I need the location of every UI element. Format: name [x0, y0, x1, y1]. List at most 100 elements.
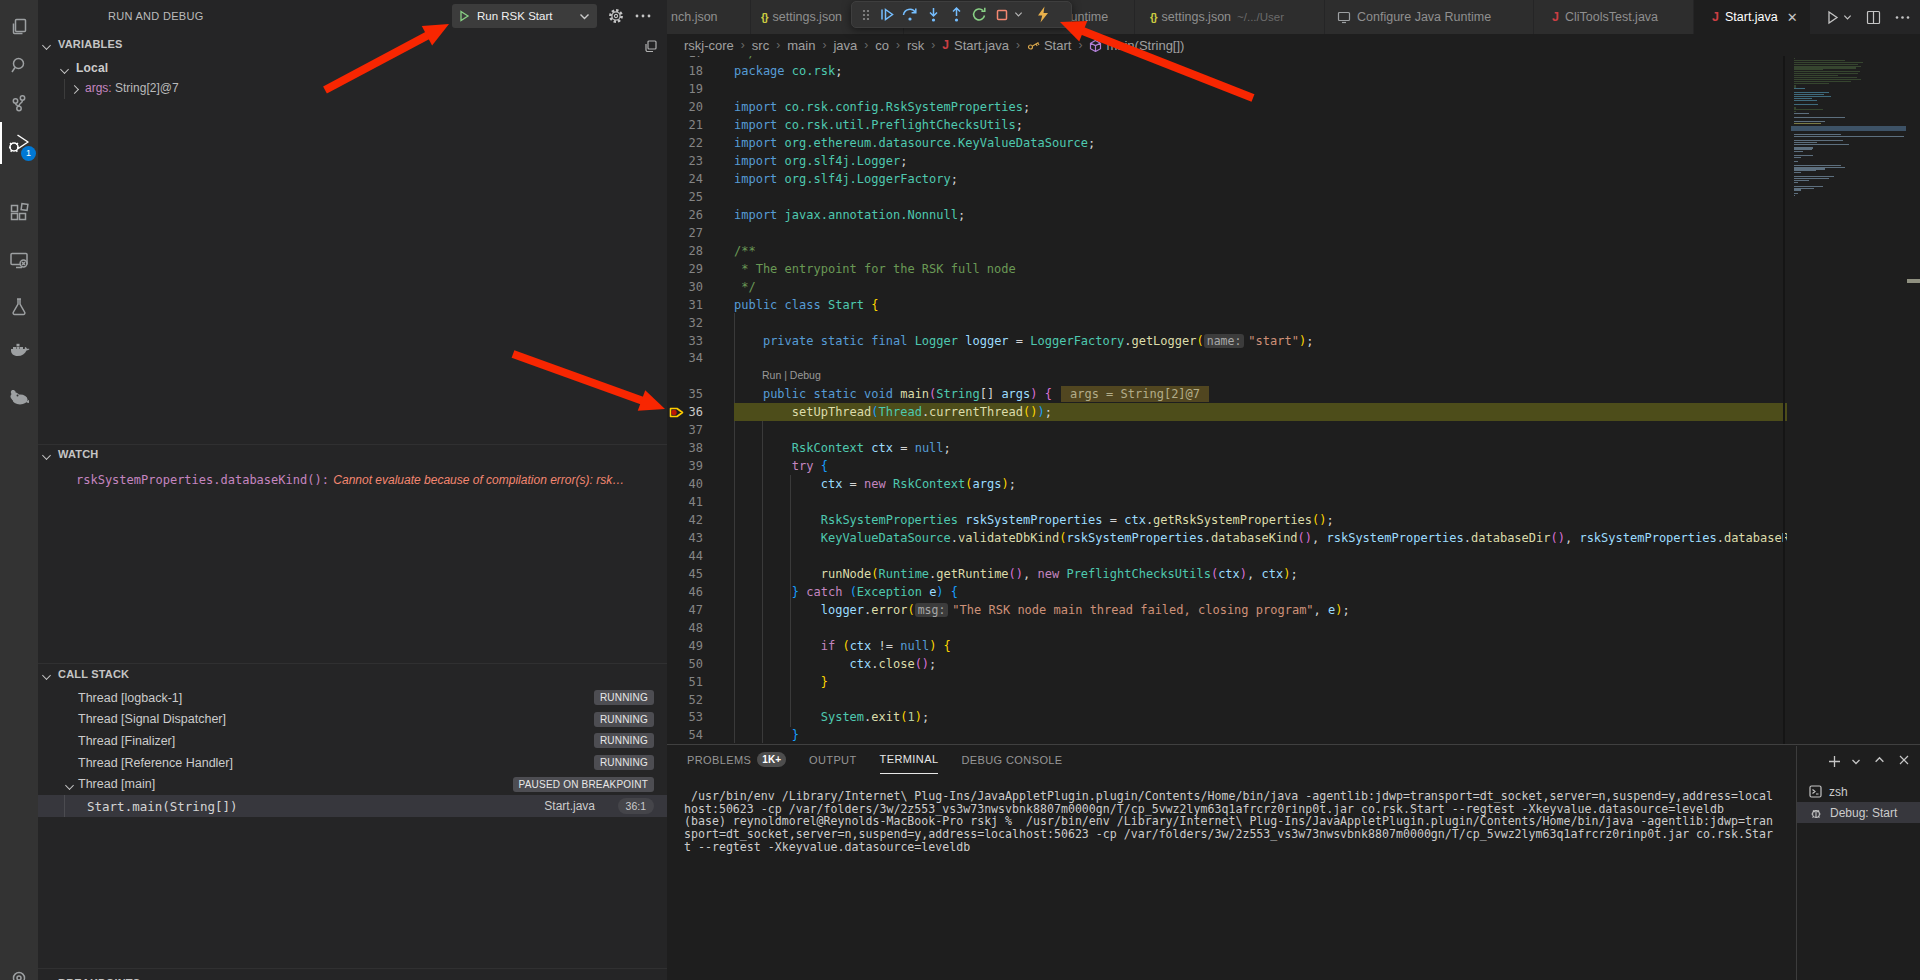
panel-tab-label: PROBLEMS: [687, 754, 751, 766]
tab-configure-java-runtime[interactable]: Configure Java Runtime: [1325, 0, 1534, 34]
breakpoint-current-line-icon[interactable]: [668, 404, 685, 421]
line-number: 22: [667, 134, 703, 152]
line-number: 37: [667, 421, 703, 439]
code-line-25: 25: [667, 188, 1787, 206]
settings-gear-icon[interactable]: [7, 966, 31, 980]
panel-tab-output[interactable]: OUTPUT: [809, 752, 857, 774]
run-file-button[interactable]: [1825, 10, 1852, 25]
breadcrumb-item[interactable]: main(String[]): [1106, 38, 1184, 53]
minimap[interactable]: [1791, 34, 1920, 744]
stop-chevron-icon[interactable]: [1014, 10, 1023, 19]
tab-nch.json[interactable]: nch.json: [667, 0, 751, 34]
callstack-thread-row[interactable]: Thread [Signal Dispatcher]RUNNING: [38, 708, 667, 730]
panel-tab-problems[interactable]: PROBLEMS1K+: [687, 752, 786, 774]
tree-indent-guide: [64, 795, 65, 817]
callstack-frame-row[interactable]: Start.main(String[])Start.java36:1: [38, 795, 667, 817]
panel-tab-debug-console[interactable]: DEBUG CONSOLE: [961, 752, 1062, 774]
breadcrumb-item[interactable]: co: [875, 38, 889, 53]
debug-restart-icon[interactable]: [971, 6, 988, 23]
run-config-dropdown[interactable]: Run RSK Start: [452, 4, 597, 28]
line-number: 32: [667, 314, 703, 332]
testing-icon[interactable]: [7, 295, 31, 319]
breadcrumb-item[interactable]: src: [752, 38, 769, 53]
variables-scope-local[interactable]: Local: [56, 58, 685, 76]
gradle-icon[interactable]: [7, 385, 31, 409]
watch-expression-row[interactable]: rskSystemProperties.databaseKind(): Cann…: [76, 470, 655, 488]
close-tab-icon[interactable]: ✕: [1787, 10, 1798, 25]
callstack-thread-row[interactable]: Thread [Finalizer]RUNNING: [38, 730, 667, 752]
callstack-section-header[interactable]: CALL STACK: [38, 666, 667, 684]
code-line-41: 41: [667, 493, 1787, 511]
java-icon: J: [942, 38, 949, 52]
debug-stop-icon[interactable]: [994, 7, 1010, 23]
terminal-list-item-zsh[interactable]: zsh: [1797, 781, 1920, 802]
watch-section-header[interactable]: WATCH: [38, 446, 667, 464]
variables-section-header[interactable]: VARIABLES: [38, 36, 667, 54]
bottom-panel: PROBLEMS1K+ OUTPUT TERMINAL DEBUG CONSOLE /…: [667, 744, 1920, 980]
code-line-52: 52: [667, 691, 1787, 709]
panel-tab-terminal[interactable]: TERMINAL: [880, 752, 939, 774]
tab-settings.json[interactable]: {}settings.json~/.../User: [1135, 0, 1325, 34]
breadcrumb-item[interactable]: java: [833, 38, 857, 53]
sidebar-more-actions-icon[interactable]: [635, 13, 651, 19]
debug-step-into-icon[interactable]: [925, 6, 942, 23]
new-terminal-icon[interactable]: [1827, 754, 1842, 769]
terminal-output[interactable]: /usr/bin/env /Library/Internet\ Plug-Ins…: [684, 790, 1796, 854]
breakpoints-section-header[interactable]: BREAKPOINTS: [38, 975, 667, 980]
panel-tabs: PROBLEMS1K+ OUTPUT TERMINAL DEBUG CONSOLE: [687, 752, 1063, 774]
breadcrumb-item[interactable]: main: [787, 38, 815, 53]
breadcrumb-separator: ›: [896, 38, 900, 52]
run-config-chevron-icon[interactable]: [579, 11, 590, 22]
breadcrumb-item[interactable]: rsk: [907, 38, 924, 53]
line-number: 52: [667, 691, 703, 709]
line-number: 24: [667, 170, 703, 188]
args-expand-icon[interactable]: [71, 85, 79, 93]
breadcrumb-item[interactable]: Start: [1044, 38, 1071, 53]
panel-tab-label: DEBUG CONSOLE: [961, 754, 1062, 766]
variables-header-label: VARIABLES: [58, 38, 123, 50]
callstack-header-label: CALL STACK: [58, 668, 129, 680]
line-number: 47: [667, 601, 703, 619]
docker-icon[interactable]: [7, 338, 31, 362]
watch-twisty-icon: [43, 451, 51, 459]
run-play-icon[interactable]: [458, 10, 470, 22]
debug-step-out-icon[interactable]: [948, 6, 965, 23]
line-number: 29: [667, 260, 703, 278]
search-icon[interactable]: [7, 53, 31, 77]
editor-more-actions-icon[interactable]: [1895, 15, 1910, 20]
codelens-run-debug[interactable]: Run | Debug: [762, 367, 821, 383]
callstack-thread-row[interactable]: Thread [Reference Handler]RUNNING: [38, 752, 667, 774]
line-number: 38: [667, 439, 703, 457]
breadcrumb-separator: ›: [1078, 38, 1082, 52]
maximize-panel-icon[interactable]: [1874, 754, 1885, 769]
terminal-list-item-debug-start[interactable]: Debug: Start: [1797, 802, 1920, 823]
hot-code-replace-icon[interactable]: [1036, 6, 1050, 23]
close-panel-icon[interactable]: [1898, 754, 1910, 769]
extensions-icon[interactable]: [7, 200, 31, 224]
breadcrumb-separator: ›: [822, 38, 826, 52]
terminal-dropdown-icon[interactable]: [1851, 757, 1861, 769]
code-editor[interactable]: 17 */18package co.rsk;1920import co.rsk.…: [667, 56, 1787, 744]
toolbar-drag-handle[interactable]: [860, 8, 872, 22]
tab-clitoolstest.java[interactable]: JCliToolsTest.java: [1534, 0, 1694, 34]
breadcrumb-item[interactable]: rskj-core: [684, 38, 734, 53]
debug-continue-icon[interactable]: [878, 6, 895, 23]
tab-start.java[interactable]: JStart.java✕: [1694, 0, 1811, 34]
overview-ruler-marker: [1907, 279, 1920, 283]
variable-args-row[interactable]: args: String[2]@7: [71, 81, 179, 95]
breakpoints-section-divider: [38, 968, 667, 969]
callstack-twisty-icon: [43, 671, 51, 679]
debug-step-over-icon[interactable]: [901, 6, 919, 23]
callstack-thread-row[interactable]: Thread [main]PAUSED ON BREAKPOINT: [38, 773, 667, 795]
line-number: 53: [667, 708, 703, 726]
thread-status-badge: RUNNING: [594, 690, 654, 705]
source-control-icon[interactable]: [7, 91, 31, 115]
line-number: 46: [667, 583, 703, 601]
callstack-thread-row[interactable]: Thread [logback-1]RUNNING: [38, 687, 667, 709]
panel-actions: [1827, 754, 1910, 769]
split-editor-icon[interactable]: [1866, 10, 1881, 25]
breadcrumb-item[interactable]: Start.java: [954, 38, 1009, 53]
remote-explorer-icon[interactable]: [7, 248, 31, 272]
debug-settings-gear-icon[interactable]: [608, 8, 624, 24]
explorer-icon[interactable]: [7, 15, 31, 39]
